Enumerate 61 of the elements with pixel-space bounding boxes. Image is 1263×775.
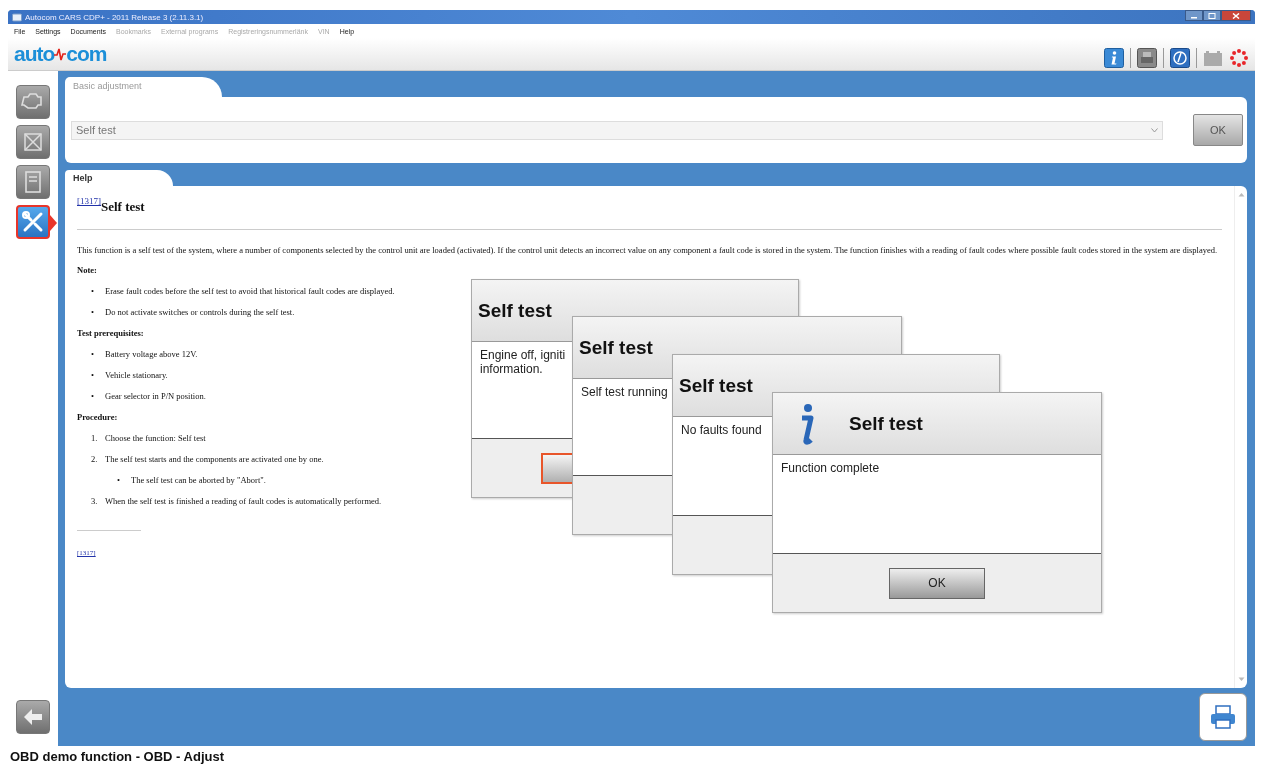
- scroll-down-icon: [1237, 677, 1245, 682]
- dialog-message: Function complete: [781, 461, 880, 475]
- list-item-text: Vehicle stationary.: [105, 370, 168, 380]
- dialog-title: Self test: [579, 336, 653, 359]
- list-marker: •: [117, 475, 121, 485]
- dialog-message: Self test running: [581, 385, 668, 399]
- caret-icon: [1151, 127, 1158, 133]
- dialog-title: Self test: [478, 299, 552, 322]
- list-marker: •: [91, 349, 95, 359]
- dialog-message: No faults found: [681, 423, 762, 437]
- list-marker: •: [91, 391, 95, 401]
- sidebar-button[interactable]: [16, 165, 50, 199]
- help-paragraph: This function is a self test of the system, where a number of components selected by the control unit are loaded (activated). If the control unit detects an incorrect value on any component a fault code is stored in the system. The function finishes with a reading of fault codes where possible fault codes stored in the system are displayed.: [77, 244, 1219, 257]
- list-item-text: The self test can be aborted by "Abort".: [131, 475, 266, 485]
- sidebar-button[interactable]: [16, 125, 50, 159]
- section-title: Note:: [77, 265, 98, 275]
- logo-text: com: [66, 42, 107, 66]
- sidebar-button[interactable]: [16, 85, 50, 119]
- list-item-text: Gear selector in P/N position.: [105, 391, 206, 401]
- battery-icon[interactable]: [1203, 48, 1223, 68]
- dialog-title: Self test: [849, 412, 923, 435]
- reference-link[interactable]: [1317]: [77, 196, 101, 206]
- dialog-message: information.: [480, 362, 543, 376]
- printer-icon[interactable]: [1137, 48, 1157, 68]
- list-marker: •: [91, 370, 95, 380]
- maximize-icon: [1208, 12, 1216, 19]
- maximize-button[interactable]: [1203, 10, 1221, 21]
- panel-tab[interactable]: Help: [65, 170, 173, 186]
- list-item-text: Battery voltage above 12V.: [105, 349, 198, 359]
- web-icon[interactable]: [1170, 48, 1190, 68]
- scroll-up-icon: [1237, 192, 1245, 197]
- list-item-text: When the self test is finished a reading of fault codes is automatically performed.: [105, 496, 382, 506]
- status-bar-text: OBD demo function - OBD - Adjust: [8, 746, 1255, 766]
- print-button[interactable]: [1199, 693, 1247, 741]
- list-marker: •: [91, 286, 95, 296]
- close-button[interactable]: [1221, 10, 1251, 21]
- list-item-text: Erase fault codes before the self test to avoid that historical fault codes are displayed.: [105, 286, 395, 296]
- dialog-title: Self test: [679, 374, 753, 397]
- section-title: Procedure:: [77, 412, 119, 422]
- window-title: Autocom CARS CDP+ - 2011 Release 3 (2.11.3.1): [25, 12, 204, 22]
- back-button[interactable]: [16, 700, 50, 734]
- loading-spinner-icon[interactable]: [1229, 48, 1249, 68]
- section-title: Test prerequisites:: [77, 328, 145, 338]
- list-item-text: Do not activate switches or controls during the self test.: [105, 307, 295, 317]
- list-item-text: The self test starts and the components are activated one by one.: [105, 454, 324, 464]
- dialog-message: Engine off, igniti: [480, 348, 566, 362]
- app-icon: [12, 12, 22, 22]
- info-icon[interactable]: [1104, 48, 1124, 68]
- logo-text: auto: [14, 42, 55, 66]
- close-icon: [1232, 12, 1240, 19]
- function-dropdown[interactable]: Self test: [71, 120, 1163, 140]
- list-marker: •: [91, 307, 95, 317]
- list-marker: 2.: [91, 454, 99, 464]
- printer-icon: [1209, 704, 1237, 730]
- list-marker: 1.: [91, 433, 99, 443]
- scrollbar[interactable]: [1234, 186, 1247, 688]
- list-marker: 3.: [91, 496, 99, 506]
- minimize-button[interactable]: [1185, 10, 1203, 21]
- list-item-text: Choose the function: Self test: [105, 433, 206, 443]
- help-title: Self test: [101, 199, 145, 215]
- ok-button[interactable]: OK: [889, 567, 985, 599]
